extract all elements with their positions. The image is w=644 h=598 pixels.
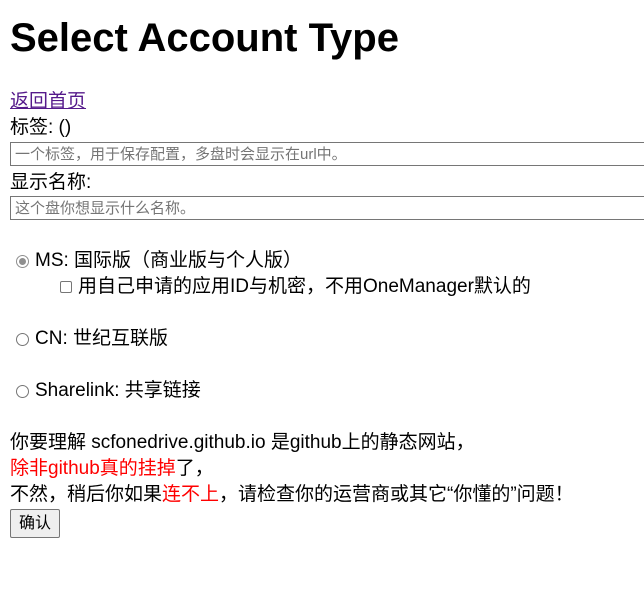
account-type-cn-option[interactable]: CN: 世纪互联版 [16, 326, 168, 352]
notice-line-2: 除非github真的挂掉了， [10, 456, 214, 482]
own-app-checkbox[interactable] [60, 281, 72, 293]
own-app-checkbox-label: 用自己申请的应用ID与机密，不用OneManager默认的 [78, 276, 531, 297]
confirm-button[interactable]: 确认 [10, 509, 61, 538]
cn-radio-label: CN: 世纪互联版 [35, 328, 169, 349]
sharelink-radio-label: Sharelink: 共享链接 [35, 380, 201, 401]
display-name-label: 显示名称: [10, 172, 92, 193]
cn-radio[interactable] [16, 332, 29, 346]
notice-line-3-start: 不然，稍后你如果 [10, 484, 163, 505]
own-app-option[interactable]: 用自己申请的应用ID与机密，不用OneManager默认的 [60, 274, 531, 300]
notice-line-2-rest: 了， [175, 458, 214, 479]
tag-label: 标签: () [10, 117, 72, 138]
account-type-ms-option[interactable]: MS: 国际版（商业版与个人版） [16, 248, 302, 274]
page-title: Select Account Type [10, 16, 399, 60]
notice-line-1: 你要理解 scfonedrive.github.io 是github上的静态网站… [10, 432, 475, 453]
account-type-sharelink-option[interactable]: Sharelink: 共享链接 [16, 378, 201, 404]
tag-input[interactable] [10, 142, 644, 166]
sharelink-radio[interactable] [16, 384, 29, 398]
home-link[interactable]: 返回首页 [10, 90, 86, 114]
ms-radio-label: MS: 国际版（商业版与个人版） [35, 250, 303, 271]
notice-warning-text: 除非github真的挂掉 [10, 458, 176, 479]
notice-line-3: 不然，稍后你如果连不上，请检查你的运营商或其它“你懂的”问题！ [10, 482, 574, 508]
ms-radio[interactable] [16, 254, 29, 268]
notice-line-3-end: ，请检查你的运营商或其它“你懂的”问题！ [219, 484, 574, 505]
notice-unreachable-text: 连不上 [162, 484, 220, 505]
display-name-input[interactable] [10, 196, 644, 220]
